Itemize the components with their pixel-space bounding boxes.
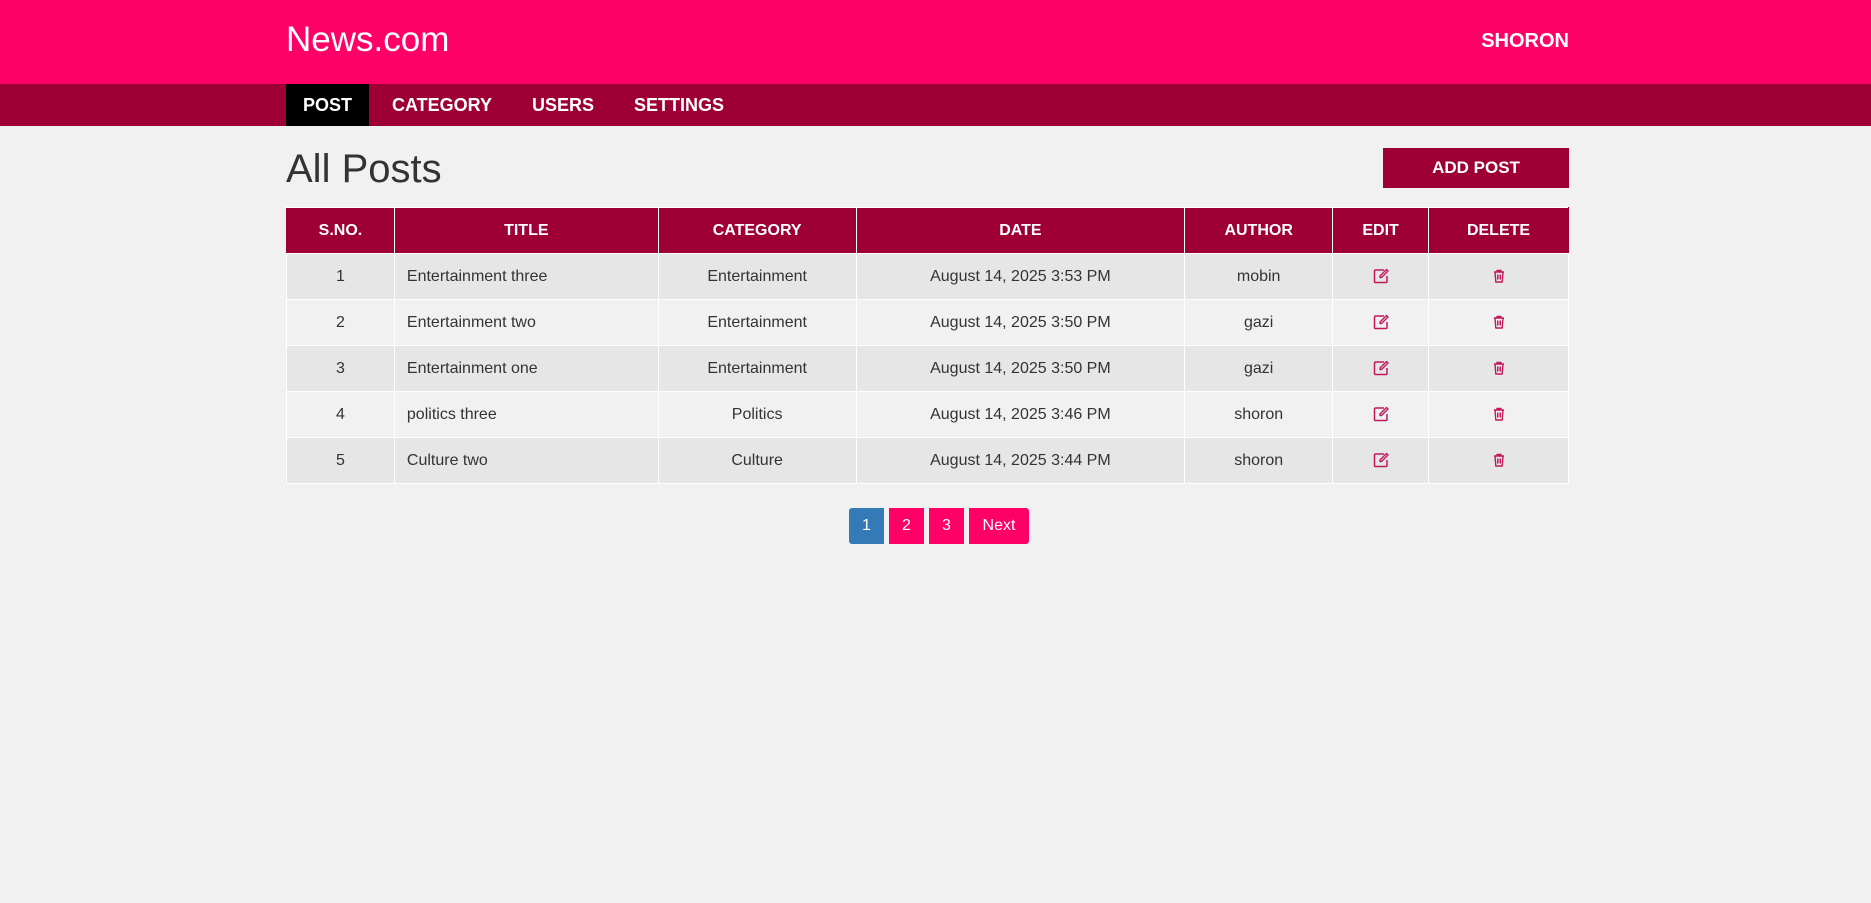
edit-icon[interactable] [1373, 452, 1389, 468]
pagination: 1 2 3 Next [309, 508, 1569, 544]
cell-category: Culture [657, 437, 857, 484]
trash-icon[interactable] [1491, 360, 1507, 376]
cell-author: gazi [1184, 345, 1334, 392]
main-menu: POST CATEGORY USERS SETTINGS [0, 84, 1871, 126]
main-content: All Posts ADD POST S.NO. TITLE CATEGORY … [286, 126, 1569, 544]
cell-delete [1428, 345, 1569, 392]
column-header-date: DATE [855, 207, 1186, 254]
cell-title: politics three [393, 391, 659, 438]
header: News.com shoron [0, 0, 1871, 84]
user-name[interactable]: shoron [1481, 30, 1569, 53]
cell-title: Entertainment one [393, 345, 659, 392]
table-row: 2 Entertainment two Entertainment August 14… [286, 299, 1569, 346]
cell-delete [1428, 253, 1569, 300]
cell-title: Culture two [393, 437, 659, 484]
cell-sno: 2 [286, 299, 395, 346]
cell-edit [1332, 253, 1430, 300]
cell-category: Politics [657, 391, 857, 438]
page-2-link[interactable]: 2 [889, 508, 924, 544]
next-page-link[interactable]: Next [969, 508, 1029, 544]
menu-item-users[interactable]: USERS [512, 84, 614, 126]
cell-author: mobin [1184, 253, 1334, 300]
menu-item-category[interactable]: CATEGORY [369, 84, 512, 126]
cell-author: shoron [1184, 391, 1334, 438]
cell-date: August 14, 2025 3:50 PM [855, 299, 1186, 346]
edit-icon[interactable] [1373, 406, 1389, 422]
cell-author: gazi [1184, 299, 1334, 346]
column-header-delete: DELETE [1428, 207, 1569, 254]
cell-edit [1332, 437, 1430, 484]
trash-icon[interactable] [1491, 452, 1507, 468]
cell-date: August 14, 2025 3:46 PM [855, 391, 1186, 438]
table-row: 4 politics three Politics August 14, 2025 3… [286, 391, 1569, 438]
column-header-author: AUTHOR [1184, 207, 1334, 254]
add-post-button[interactable]: ADD POST [1383, 148, 1569, 188]
column-header-sno: S.NO. [286, 207, 395, 254]
site-logo[interactable]: News.com [286, 20, 449, 60]
page-1-link[interactable]: 1 [849, 508, 884, 544]
cell-date: August 14, 2025 3:53 PM [855, 253, 1186, 300]
posts-table: S.NO. TITLE CATEGORY DATE AUTHOR EDIT DE… [286, 207, 1569, 484]
menu-item-settings[interactable]: SETTINGS [614, 84, 744, 126]
cell-edit [1332, 391, 1430, 438]
cell-delete [1428, 299, 1569, 346]
menu-item-post[interactable]: POST [286, 84, 370, 126]
edit-icon[interactable] [1373, 268, 1389, 284]
cell-sno: 3 [286, 345, 395, 392]
cell-category: Entertainment [657, 299, 857, 346]
cell-title: Entertainment three [393, 253, 659, 300]
cell-date: August 14, 2025 3:44 PM [855, 437, 1186, 484]
edit-icon[interactable] [1373, 314, 1389, 330]
cell-title: Entertainment two [393, 299, 659, 346]
cell-sno: 1 [286, 253, 395, 300]
table-row: 3 Entertainment one Entertainment August 14… [286, 345, 1569, 392]
page-title: All Posts [286, 147, 442, 191]
page-3-link[interactable]: 3 [929, 508, 964, 544]
cell-edit [1332, 299, 1430, 346]
cell-category: Entertainment [657, 253, 857, 300]
cell-author: shoron [1184, 437, 1334, 484]
column-header-title: TITLE [393, 207, 659, 254]
cell-sno: 4 [286, 391, 395, 438]
cell-delete [1428, 391, 1569, 438]
table-row: 5 Culture two Culture August 14, 2025 3:44 … [286, 437, 1569, 484]
trash-icon[interactable] [1491, 406, 1507, 422]
cell-date: August 14, 2025 3:50 PM [855, 345, 1186, 392]
column-header-category: CATEGORY [657, 207, 857, 254]
cell-sno: 5 [286, 437, 395, 484]
table-row: 1 Entertainment three Entertainment August … [286, 253, 1569, 300]
cell-edit [1332, 345, 1430, 392]
cell-category: Entertainment [657, 345, 857, 392]
column-header-edit: EDIT [1332, 207, 1430, 254]
trash-icon[interactable] [1491, 268, 1507, 284]
trash-icon[interactable] [1491, 314, 1507, 330]
edit-icon[interactable] [1373, 360, 1389, 376]
cell-delete [1428, 437, 1569, 484]
